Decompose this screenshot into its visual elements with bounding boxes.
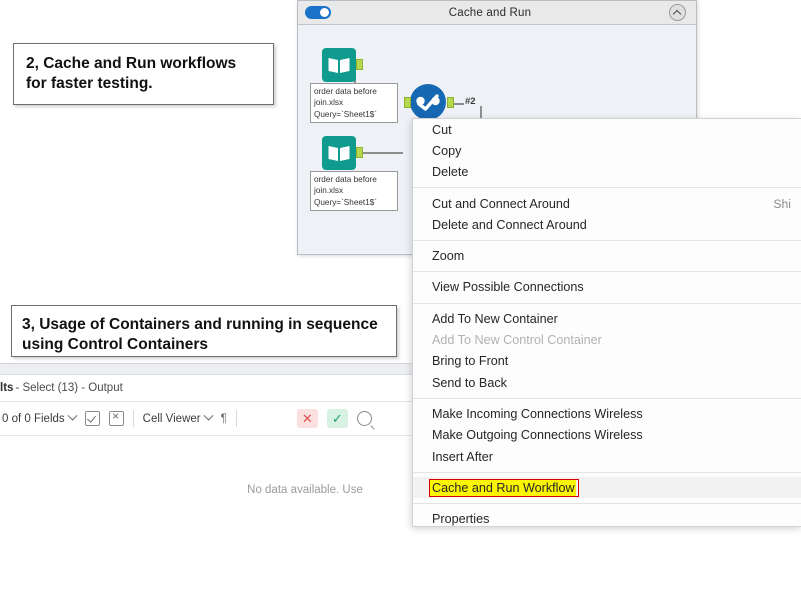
menu-item-cache-and-run-workflow[interactable]: Cache and Run Workflow <box>413 477 801 499</box>
label-line: join.xlsx <box>314 98 344 108</box>
menu-item-label: Cut <box>432 122 452 137</box>
menu-item-cut[interactable]: Cut <box>413 119 801 140</box>
annotation-text: 2, Cache and Run workflows for faster te… <box>26 55 237 93</box>
annotation-callout-containers: 3, Usage of Containers and running in se… <box>11 305 397 357</box>
annotation-text: 3, Usage of Containers and running in se… <box>22 316 378 354</box>
menu-item-label: View Possible Connections <box>432 280 584 295</box>
menu-item-delete[interactable]: Delete <box>413 162 801 183</box>
menu-item-send-to-back[interactable]: Send to Back <box>413 372 801 393</box>
menu-item-label: Make Incoming Connections Wireless <box>432 406 643 421</box>
menu-item-view-possible-connections[interactable]: View Possible Connections <box>413 277 801 298</box>
input-anchor[interactable] <box>404 97 411 108</box>
menu-separator <box>413 302 801 304</box>
chevron-down-icon <box>203 410 214 421</box>
menu-item-shortcut: Shi <box>773 196 791 211</box>
menu-item-label: Cache and Run Workflow <box>432 480 575 495</box>
menu-item-make-incoming-connections-wireless[interactable]: Make Incoming Connections Wireless <box>413 403 801 424</box>
toolbar-divider <box>235 410 237 427</box>
menu-item-label: Send to Back <box>432 375 507 390</box>
label-line: order data before <box>314 87 377 96</box>
label-line: order data before <box>314 175 377 184</box>
toggle-on-icon[interactable] <box>305 6 331 19</box>
connection-number-label: #2 <box>465 96 476 107</box>
chevron-up-icon[interactable] <box>669 4 686 21</box>
menu-item-bring-to-front[interactable]: Bring to Front <box>413 351 801 372</box>
menu-item-label: Make Outgoing Connections Wireless <box>432 428 643 443</box>
menu-item-label: Insert After <box>432 449 493 464</box>
menu-item-label: Add To New Container <box>432 311 558 326</box>
label-line: Query=`Sheet1$` <box>314 197 378 207</box>
label-line: join.xlsx <box>314 186 344 196</box>
search-icon[interactable] <box>356 411 375 430</box>
open-book-icon <box>328 58 350 74</box>
fields-selector[interactable]: 0 of 0 Fields <box>2 410 78 425</box>
results-title-prefix: lts <box>0 382 14 394</box>
menu-item-cut-and-connect-around[interactable]: Cut and Connect Around Shi <box>413 193 801 214</box>
menu-item-properties[interactable]: Properties <box>413 508 801 527</box>
menu-separator <box>413 271 801 273</box>
check-icon[interactable]: ✓ <box>326 409 348 428</box>
input-data-tool-2[interactable] <box>322 136 356 170</box>
input-data-tool-2-label: order data before join.xlsx Query=`Sheet… <box>310 171 398 211</box>
output-anchor[interactable] <box>447 97 454 108</box>
menu-item-label: Delete and Connect Around <box>432 217 587 232</box>
blue-circle-check-icon <box>416 94 440 111</box>
menu-item-delete-and-connect-around[interactable]: Delete and Connect Around <box>413 214 801 235</box>
chevron-down-icon <box>67 410 78 421</box>
context-menu[interactable]: Cut Copy Delete Cut and Connect Around Shi De… <box>412 118 801 527</box>
input-data-tool-1-label: order data before join.xlsx Query=`Sheet… <box>310 83 398 123</box>
menu-separator <box>413 471 801 473</box>
output-anchor[interactable] <box>356 59 363 70</box>
pilcrow-icon[interactable]: ¶ <box>221 413 227 425</box>
toolbar-divider <box>132 410 134 427</box>
menu-separator <box>413 239 801 241</box>
menu-separator <box>413 502 801 504</box>
cell-viewer-selector[interactable]: Cell Viewer <box>142 410 214 425</box>
menu-item-make-outgoing-connections-wireless[interactable]: Make Outgoing Connections Wireless <box>413 425 801 446</box>
cell-viewer-label: Cell Viewer <box>142 412 201 425</box>
menu-separator <box>413 187 801 189</box>
input-data-tool-1[interactable] <box>322 48 356 82</box>
menu-item-label: Add To New Control Container <box>432 333 602 348</box>
menu-item-label: Properties <box>432 512 490 527</box>
x-icon[interactable]: ✕ <box>296 409 318 428</box>
checkbox-check-icon[interactable] <box>84 411 100 426</box>
menu-item-label: Cut and Connect Around <box>432 196 570 211</box>
menu-item-zoom[interactable]: Zoom <box>413 245 801 266</box>
fields-count-label: 0 of 0 Fields <box>2 412 65 425</box>
join-tool[interactable] <box>410 84 446 120</box>
menu-item-add-to-new-container[interactable]: Add To New Container <box>413 308 801 329</box>
menu-item-label: Bring to Front <box>432 354 509 369</box>
menu-item-copy[interactable]: Copy <box>413 140 801 161</box>
container-title: Cache and Run <box>448 6 532 19</box>
menu-item-label: Copy <box>432 143 462 158</box>
output-anchor[interactable] <box>356 147 363 158</box>
annotation-callout-cache-and-run: 2, Cache and Run workflows for faster te… <box>13 43 274 105</box>
menu-separator <box>413 397 801 399</box>
open-book-icon <box>328 146 350 162</box>
checkbox-x-icon[interactable] <box>108 409 124 426</box>
menu-item-label: Delete <box>432 165 469 180</box>
menu-item-add-to-new-control-container: Add To New Control Container <box>413 329 801 350</box>
container-header: Cache and Run <box>298 1 696 25</box>
menu-item-insert-after[interactable]: Insert After <box>413 446 801 467</box>
menu-item-label: Zoom <box>432 249 465 264</box>
connection-line <box>363 152 403 154</box>
results-title-suffix: - Select (13) - Output <box>15 382 123 394</box>
label-line: Query=`Sheet1$` <box>314 109 378 119</box>
